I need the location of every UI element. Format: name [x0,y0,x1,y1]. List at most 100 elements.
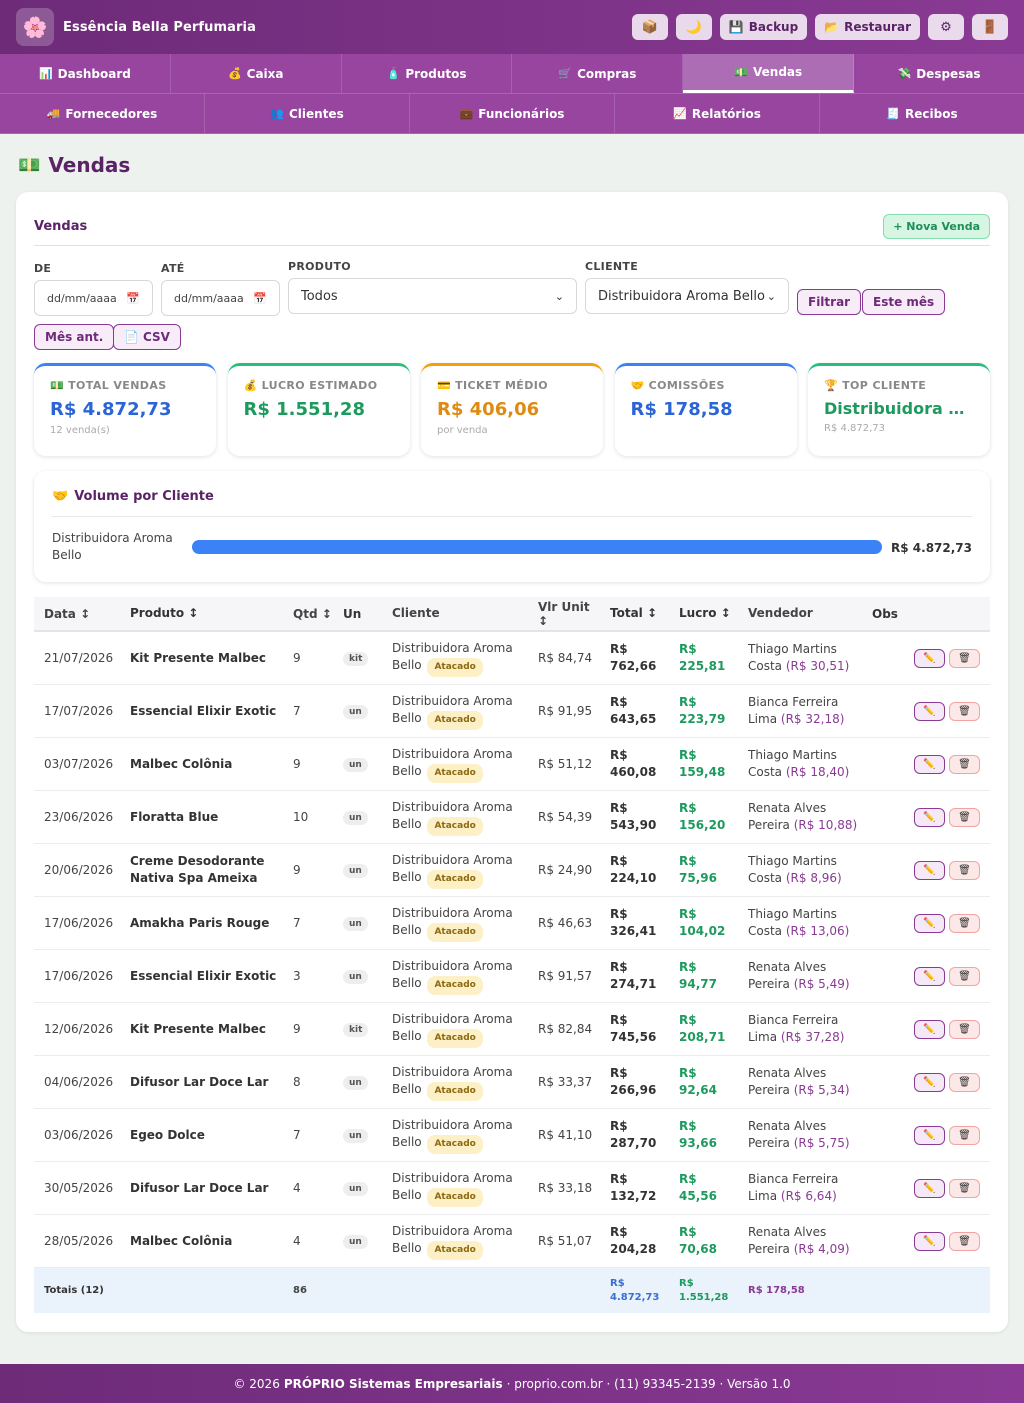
tab-relatorios[interactable]: 📈 Relatórios [615,94,820,133]
delete-button[interactable]: 🗑 [949,807,980,827]
delete-button[interactable]: 🗑 [949,913,980,933]
pencil-icon: ✏️ [923,970,936,982]
delete-button[interactable]: 🗑 [949,1178,980,1198]
pencil-icon: ✏️ [923,917,936,929]
col-header-total[interactable]: Total ↕ [600,605,669,622]
previous-month-button[interactable]: Mês ant. [34,324,115,350]
cell-unit: un [333,1180,382,1196]
delete-button[interactable]: 🗑 [949,701,980,721]
edit-button[interactable]: ✏️ [914,966,945,986]
cell-profit: R$ 225,81 [679,642,726,673]
dashboard-icon: 📊 [38,67,53,80]
tab-despesas[interactable]: 💸 Despesas [854,54,1024,93]
cell-product: Kit Presente Malbec [130,650,267,665]
col-header-unit-price[interactable]: Vlr Unit ↕ [528,600,600,628]
pencil-icon: ✏️ [923,1023,936,1035]
cell-unit: kit [333,650,382,666]
flower-logo-icon: 🌸 [16,8,54,46]
stat-label-text: TOP CLIENTE [842,379,927,392]
edit-button[interactable]: ✏️ [914,701,945,721]
calendar-icon: 📅 [253,291,267,305]
notes-button[interactable]: 📦 [631,14,668,40]
col-header-profit[interactable]: Lucro ↕ [669,605,738,622]
top-client-icon: 🏆 [824,379,839,392]
delete-button[interactable]: 🗑 [949,1125,980,1145]
pencil-icon: ✏️ [923,811,936,823]
totals-commission: R$ 178,58 [748,1285,805,1296]
col-header-date[interactable]: Data ↕ [34,607,120,621]
cell-client: Distribuidora Aroma Bello Atacado [382,1117,528,1154]
cell-seller: Bianca Ferreira Lima (R$ 37,28) [738,1012,862,1046]
theme-toggle-button[interactable]: 🌙 [675,14,712,40]
volume-by-client-panel: 🤝 Volume por Cliente Distribuidora Aroma… [34,471,990,582]
col-header-qty[interactable]: Qtd ↕ [283,607,333,621]
delete-button[interactable]: 🗑 [949,1072,980,1092]
edit-button[interactable]: ✏️ [914,1072,945,1092]
delete-button[interactable]: 🗑 [949,860,980,880]
date-from-input[interactable]: dd/mm/aaaa 📅 [34,280,153,316]
trash-icon: 🗑 [958,1023,971,1035]
cell-total: R$ 762,66 [610,642,657,673]
restore-button[interactable]: 📂 Restaurar [815,14,920,40]
col-header-product[interactable]: Produto ↕ [120,605,283,622]
tab-caixa[interactable]: 💰 Caixa [171,54,342,93]
edit-button[interactable]: ✏️ [914,1178,945,1198]
client-select-value: Distribuidora Aroma Bello [598,288,765,304]
delete-button[interactable]: 🗑 [949,648,980,668]
backup-button-label: Backup [748,20,799,34]
tab-compras[interactable]: 🛒 Compras [512,54,684,93]
cell-total: R$ 287,70 [610,1119,657,1150]
settings-button[interactable]: ⚙ [928,14,964,40]
cell-profit: R$ 156,20 [679,801,726,832]
cell-unit: un [333,915,382,931]
cell-date: 23/06/2026 [44,810,114,824]
cell-profit: R$ 223,79 [679,695,726,726]
product-select[interactable]: Todos ⌄ [288,278,577,314]
edit-button[interactable]: ✏️ [914,1231,945,1251]
edit-button[interactable]: ✏️ [914,648,945,668]
cell-total: R$ 266,96 [610,1066,657,1097]
date-to-input[interactable]: dd/mm/aaaa 📅 [161,280,280,316]
unit-badge: kit [343,652,369,666]
delete-button[interactable]: 🗑 [949,966,980,986]
edit-button[interactable]: ✏️ [914,1125,945,1145]
cell-seller: Renata Alves Pereira (R$ 5,49) [738,959,862,993]
cell-profit: R$ 70,68 [679,1225,717,1256]
client-select[interactable]: Distribuidora Aroma Bello ⌄ [585,278,789,314]
tab-vendas[interactable]: 💵 Vendas [683,54,855,93]
cell-unit-price: R$ 51,12 [538,757,593,771]
calendar-icon: 📅 [126,291,140,305]
csv-export-button[interactable]: 📄 CSV [113,324,181,350]
date-from-label: DE [34,262,52,275]
funcionarios-icon: 💼 [459,107,474,120]
tab-dashboard[interactable]: 📊 Dashboard [0,54,171,93]
tab-fornecedores[interactable]: 🚚 Fornecedores [0,94,205,133]
seller-commission: (R$ 4,09) [793,1242,850,1256]
edit-button[interactable]: ✏️ [914,913,945,933]
backup-button[interactable]: 💾 Backup [719,14,808,40]
cell-date: 21/07/2026 [44,651,114,665]
tab-produtos[interactable]: 🧴 Produtos [342,54,513,93]
cell-unit-price: R$ 54,39 [538,810,593,824]
logout-button[interactable]: 🚪 [972,14,1008,40]
new-sale-button[interactable]: + Nova Venda [883,214,990,239]
delete-button[interactable]: 🗑 [949,754,980,774]
tab-clientes[interactable]: 👥 Clientes [205,94,410,133]
edit-button[interactable]: ✏️ [914,860,945,880]
delete-button[interactable]: 🗑 [949,1019,980,1039]
tab-recibos[interactable]: 🧾 Recibos [820,94,1024,133]
filter-button[interactable]: Filtrar [797,289,862,315]
totals-total: R$ 4.872,73 [610,1277,660,1303]
document-icon: 📄 [124,330,139,344]
delete-button[interactable]: 🗑 [949,1231,980,1251]
footer-copyright: © 2026 [233,1376,280,1391]
this-month-button[interactable]: Este mês [862,289,946,315]
product-select-value: Todos [301,288,338,304]
volume-header: 🤝 Volume por Cliente [52,489,972,517]
edit-button[interactable]: ✏️ [914,807,945,827]
cell-total: R$ 204,28 [610,1225,657,1256]
edit-button[interactable]: ✏️ [914,754,945,774]
edit-button[interactable]: ✏️ [914,1019,945,1039]
tab-funcionarios[interactable]: 💼 Funcionários [410,94,615,133]
stat-subtext: R$ 4.872,73 [824,423,886,434]
